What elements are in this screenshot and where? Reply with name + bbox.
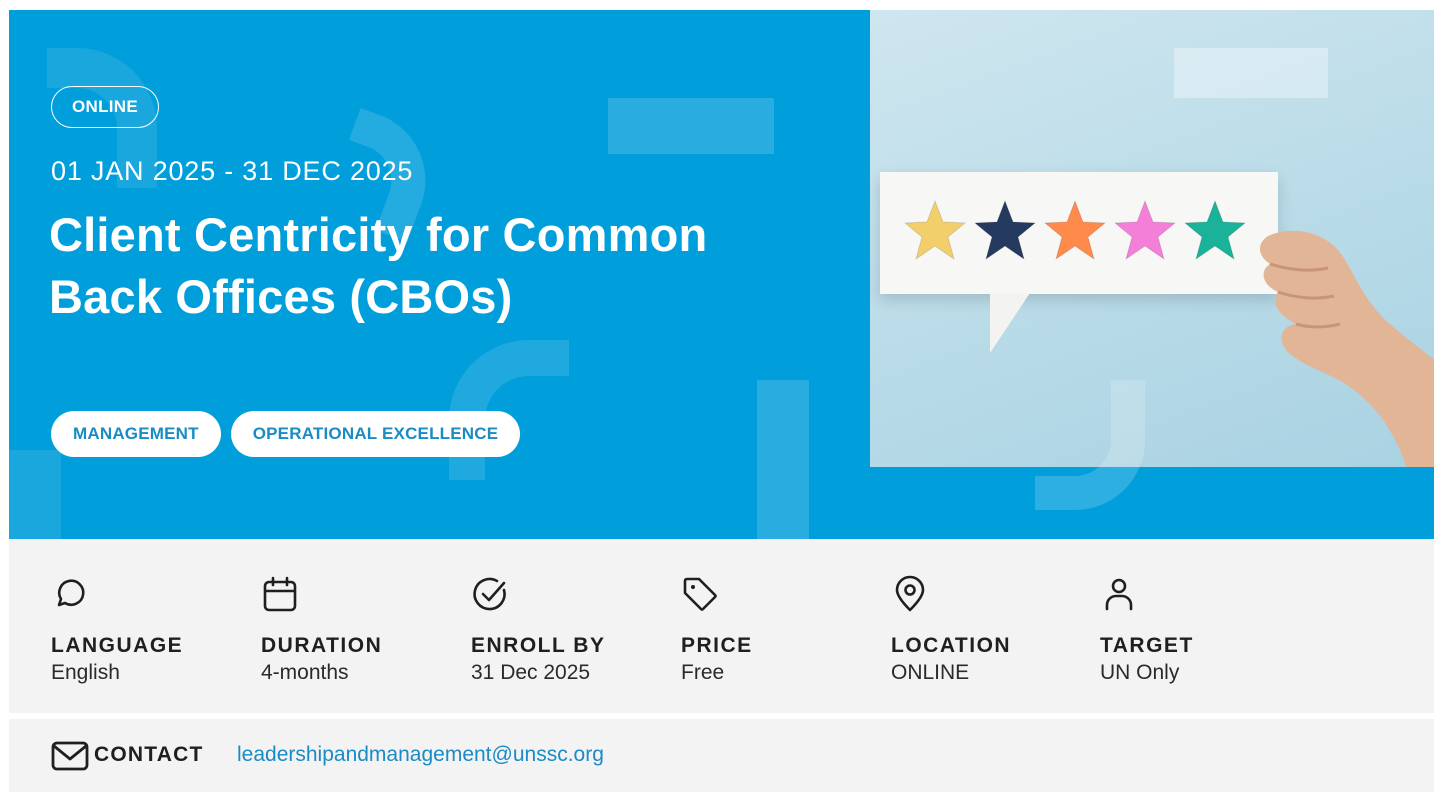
course-hero-banner: ONLINE 01 JAN 2025 - 31 DEC 2025 Client … [9,10,1434,539]
info-value: Free [681,661,725,684]
tag-operational-excellence[interactable]: OPERATIONAL EXCELLENCE [230,411,521,457]
info-value: 4-months [261,661,349,684]
star-icon [973,199,1037,261]
decorative-shape [757,380,809,539]
decorative-shape [1035,380,1145,510]
decorative-shape [608,98,774,154]
contact-email-link[interactable]: leadershipandmanagement@unssc.org [237,743,604,767]
course-image [870,10,1434,467]
delivery-mode-badge: ONLINE [51,86,160,128]
hand-icon [1260,230,1434,467]
rating-stars [902,198,1248,264]
info-label: DURATION [261,634,383,657]
contact-label: CONTACT [94,743,204,766]
speech-bubble-tail [990,293,1030,353]
course-tags: MANAGEMENT OPERATIONAL EXCELLENCE [51,411,521,457]
info-value: UN Only [1100,661,1180,684]
info-value: 31 Dec 2025 [471,661,591,684]
info-value: ONLINE [891,661,970,684]
star-icon [1113,199,1177,261]
course-page: ONLINE 01 JAN 2025 - 31 DEC 2025 Client … [0,0,1434,792]
info-label: PRICE [681,634,753,657]
decorative-shape [9,450,61,539]
star-icon [1043,199,1107,261]
course-info-strip: LANGUAGE English DURATION 4-months ENROL… [9,539,1434,713]
star-icon [1183,199,1247,261]
info-value: English [51,661,120,684]
speech-bubble-icon [57,579,85,607]
info-label: LANGUAGE [51,634,184,657]
photo-light-patch [1174,48,1328,98]
info-label: ENROLL BY [471,634,606,657]
info-label: LOCATION [891,634,1012,657]
star-icon [903,199,967,261]
tag-management[interactable]: MANAGEMENT [51,411,221,457]
envelope-icon [51,741,89,771]
map-pin-icon [895,575,925,612]
person-icon [1105,578,1133,611]
check-circle-icon [473,577,506,611]
info-label: TARGET [1100,634,1194,657]
decorative-shape [449,340,569,480]
course-dates: 01 JAN 2025 - 31 DEC 2025 [51,156,414,186]
price-tag-icon [683,577,717,611]
contact-bar: CONTACT leadershipandmanagement@unssc.or… [9,719,1434,792]
calendar-icon [263,576,297,612]
course-title: Client Centricity for Common Back Office… [49,208,708,323]
